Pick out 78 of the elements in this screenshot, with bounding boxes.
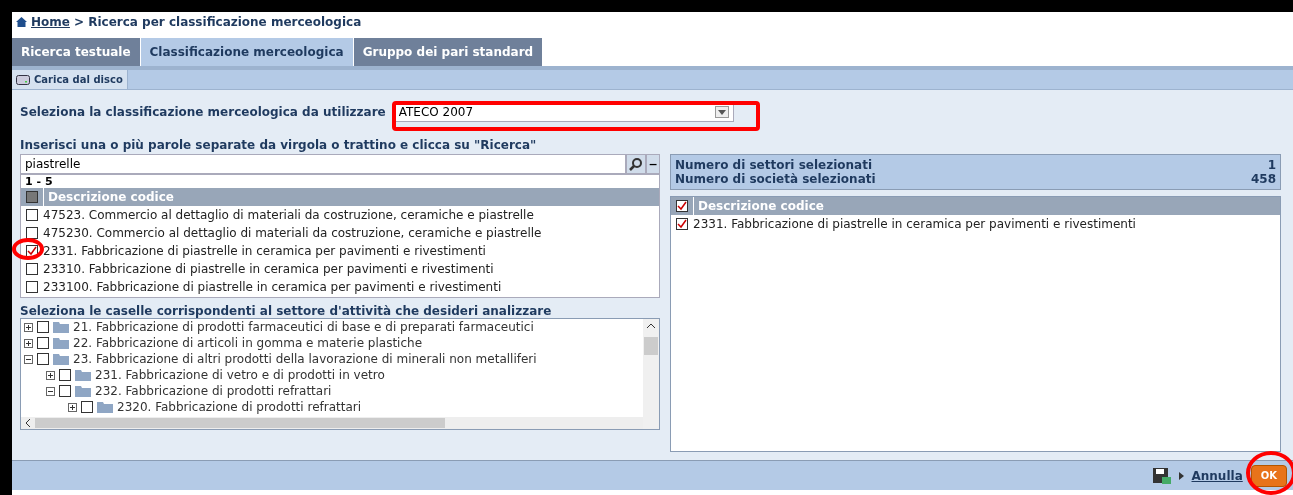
folder-icon — [75, 385, 91, 397]
tick-icon — [677, 201, 687, 211]
breadcrumb-text: > Ricerca per classificazione merceologica — [73, 14, 362, 31]
search-button[interactable] — [626, 154, 646, 174]
code-description: 475230. Commercio al dettaglio di materiali da costruzione, ceramiche e piastrelle — [43, 225, 542, 242]
results-range: 1 - 5 — [24, 175, 54, 188]
tree-item[interactable]: 21. Fabbricazione di prodotti farmaceutici di base e di preparati farmaceutici — [73, 319, 534, 336]
checkbox[interactable] — [37, 321, 49, 333]
column-header: Descrizione codice — [693, 197, 828, 215]
checkbox[interactable] — [37, 353, 49, 365]
search-field[interactable]: piastrelle — [20, 154, 626, 174]
select-all-checkbox[interactable] — [676, 200, 688, 212]
checkbox[interactable] — [26, 209, 38, 221]
code-description: 233100. Fabbricazione di piastrelle in ceramica per pavimenti e rivestimenti — [43, 279, 502, 296]
folder-icon — [97, 401, 113, 413]
plus-icon — [48, 372, 53, 378]
code-description: 47523. Commercio al dettaglio di materiali da costruzione, ceramiche e piastrelle — [43, 207, 534, 224]
checkbox[interactable] — [59, 385, 71, 397]
cancel-link[interactable]: Annulla — [1191, 466, 1243, 485]
folder-icon — [53, 337, 69, 349]
plus-icon — [26, 340, 31, 346]
checkbox[interactable] — [59, 369, 71, 381]
home-link[interactable]: Home — [31, 13, 70, 31]
tree-instructions: Seleziona le caselle corrispondenti al settore d'attività che desideri analizzare — [20, 303, 553, 318]
disk-drive-icon — [16, 74, 30, 85]
tree-item[interactable]: 23. Fabbricazione di altri prodotti della lavorazione di minerali non metalliferi — [73, 350, 537, 368]
folder-icon — [53, 321, 69, 333]
highlight-ellipse — [12, 238, 44, 260]
summary-value: 1 — [1267, 158, 1276, 172]
plus-icon — [26, 324, 31, 330]
tree-item[interactable]: 232. Fabbricazione di prodotti refrattari — [95, 382, 332, 400]
highlight-ellipse — [1246, 451, 1293, 495]
summary-value: 458 — [1250, 172, 1276, 186]
scroll-thumb[interactable] — [644, 337, 658, 355]
tree-item[interactable]: 2320. Fabbricazione di prodotti refrattari — [117, 398, 362, 416]
checkbox[interactable] — [26, 245, 38, 257]
folder-icon — [75, 369, 91, 381]
scroll-thumb[interactable] — [35, 418, 445, 428]
collapse-toggle[interactable] — [46, 386, 55, 396]
save-icon[interactable] — [1152, 467, 1171, 484]
checkbox[interactable] — [676, 218, 688, 230]
expand-toggle[interactable] — [24, 338, 33, 348]
code-description: 2331. Fabbricazione di piastrelle in ceramica per pavimenti e rivestimenti — [43, 243, 486, 260]
tab[interactable]: Gruppo dei pari standard — [353, 38, 544, 66]
summary-label: Numero di settori selezionati — [675, 158, 873, 172]
classification-label: Seleziona la classificazione merceologica da utilizzare — [20, 104, 386, 121]
collapse-toggle[interactable] — [24, 354, 33, 364]
load-from-disk-button[interactable]: Carica dal disco — [12, 70, 128, 89]
checkbox[interactable] — [26, 281, 38, 293]
expand-toggle[interactable] — [68, 402, 77, 412]
code-description: 2331. Fabbricazione di piastrelle in ceramica per pavimenti e rivestimenti — [693, 216, 1136, 233]
tick-icon — [677, 219, 687, 229]
play-icon — [1178, 471, 1184, 480]
column-header: Descrizione codice — [43, 188, 178, 206]
horizontal-scrollbar[interactable] — [21, 417, 643, 429]
minus-icon — [48, 388, 53, 394]
expand-toggle[interactable] — [46, 370, 55, 380]
minus-icon — [26, 356, 31, 362]
tree-item[interactable]: 231. Fabbricazione di vetro e di prodotti in vetro — [95, 366, 385, 384]
expand-toggle[interactable] — [24, 322, 33, 332]
code-description: 23310. Fabbricazione di piastrelle in ceramica per pavimenti e rivestimenti — [43, 261, 494, 278]
vertical-scrollbar[interactable] — [643, 319, 659, 429]
summary-label: Numero di società selezionati — [675, 172, 876, 186]
collapse-button[interactable]: − — [646, 154, 660, 174]
dropdown-caret-icon — [714, 106, 729, 118]
tick-icon — [27, 246, 37, 256]
select-all-checkbox[interactable] — [26, 191, 38, 203]
tab[interactable]: Classificazione merceologica — [140, 38, 354, 66]
folder-icon — [53, 353, 69, 365]
checkbox[interactable] — [37, 337, 49, 349]
plus-icon — [70, 404, 75, 410]
tree-item[interactable]: 22. Fabbricazione di articoli in gomma e materie plastiche — [73, 334, 423, 352]
checkbox[interactable] — [26, 227, 38, 239]
checkbox[interactable] — [26, 263, 38, 275]
home-icon — [16, 17, 27, 27]
checkbox[interactable] — [81, 401, 93, 413]
tab[interactable]: Ricerca testuale — [12, 38, 141, 66]
search-instructions: Inserisci una o più parole separate da virgola o trattino e clicca su "Ricerca" — [20, 137, 538, 152]
